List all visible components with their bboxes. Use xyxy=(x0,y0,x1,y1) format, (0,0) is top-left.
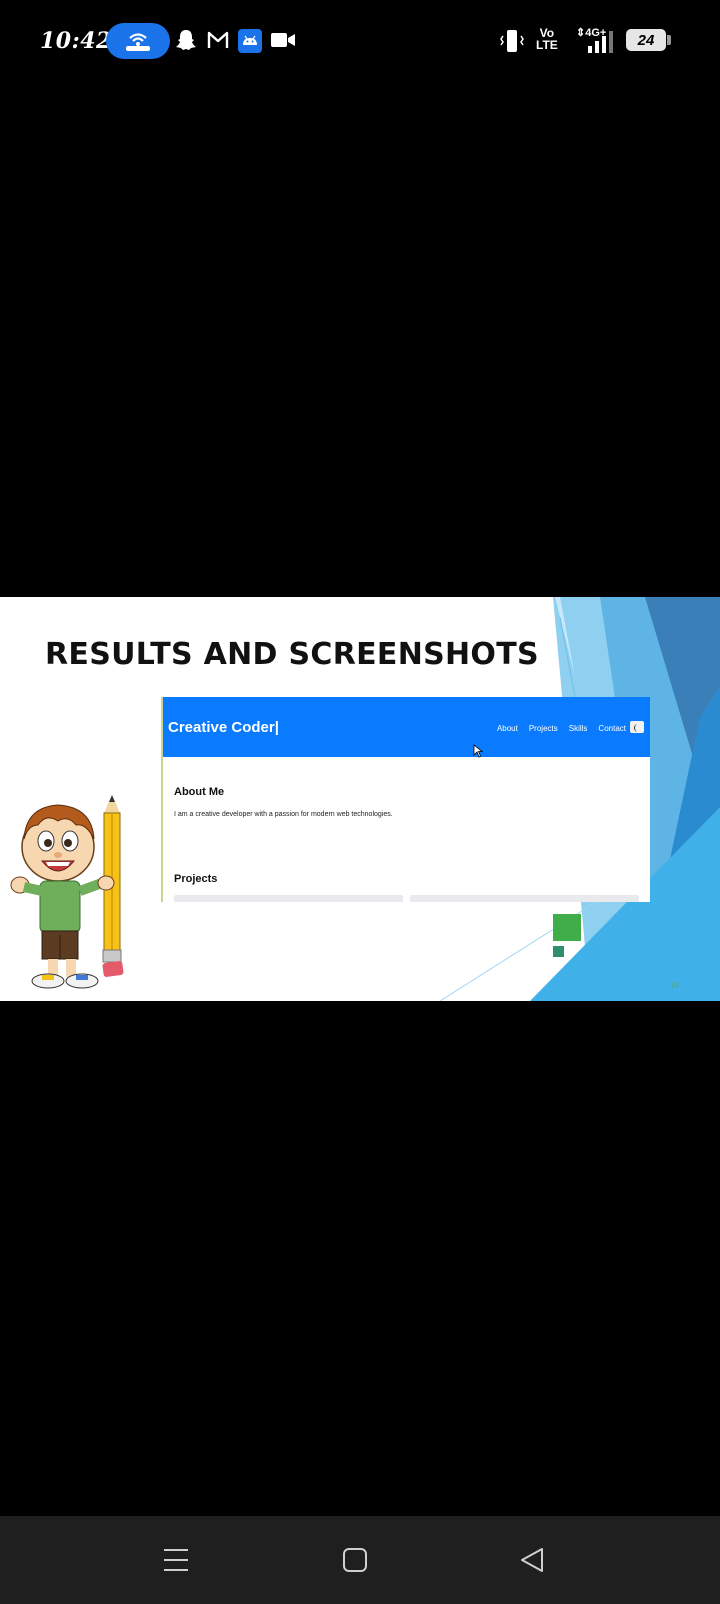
battery-level: 24 xyxy=(637,31,655,49)
mouse-cursor-icon xyxy=(473,744,483,758)
website-header: Creative Coder| About Projects Skills Co… xyxy=(163,697,650,757)
battery-indicator: 24 xyxy=(626,29,666,51)
lte-label: LTE xyxy=(536,38,558,52)
snapchat-icon xyxy=(176,30,196,50)
website-screenshot: Creative Coder| About Projects Skills Co… xyxy=(161,697,650,902)
system-navigation-bar xyxy=(0,1516,720,1604)
about-heading: About Me xyxy=(174,786,225,798)
nav-about[interactable]: About xyxy=(497,724,518,733)
status-bar: 10:42 Vo LTE ⇕4G+ 24 xyxy=(0,0,720,84)
nav-projects[interactable]: Projects xyxy=(529,724,558,733)
volte-indicator: Vo LTE xyxy=(536,27,558,51)
green-square-decoration-small xyxy=(553,946,564,957)
slide-number: 10 xyxy=(670,981,679,990)
vibrate-icon xyxy=(500,30,524,52)
menu-icon xyxy=(164,1549,188,1571)
moon-icon xyxy=(634,724,638,732)
hotspot-icon xyxy=(126,33,150,51)
cartoon-boy-pencil-illustration xyxy=(10,795,124,989)
back-button[interactable] xyxy=(496,1516,568,1604)
status-time: 10:42 xyxy=(40,28,112,54)
slide-title: RESULTS AND SCREENSHOTS xyxy=(45,637,539,672)
nav-skills[interactable]: Skills xyxy=(569,724,588,733)
website-logo: Creative Coder| xyxy=(168,719,279,736)
projects-heading: Projects xyxy=(174,873,218,885)
signal-strength-icon xyxy=(588,31,613,53)
android-app-icon xyxy=(238,29,262,53)
video-camera-icon xyxy=(271,33,295,47)
battery-tip xyxy=(667,35,671,45)
back-icon xyxy=(521,1548,543,1572)
menu-button[interactable] xyxy=(140,1516,212,1604)
hotspot-indicator[interactable] xyxy=(106,23,170,59)
project-card xyxy=(410,895,639,902)
theme-toggle-button[interactable] xyxy=(630,721,644,733)
about-text: I am a creative developer with a passion… xyxy=(174,811,393,818)
green-square-decoration xyxy=(553,914,581,941)
project-card xyxy=(174,895,403,902)
website-nav: About Projects Skills Contact xyxy=(497,724,626,733)
home-icon xyxy=(343,1548,367,1572)
nav-contact[interactable]: Contact xyxy=(598,724,626,733)
home-button[interactable] xyxy=(319,1516,391,1604)
gmail-icon xyxy=(207,31,229,48)
